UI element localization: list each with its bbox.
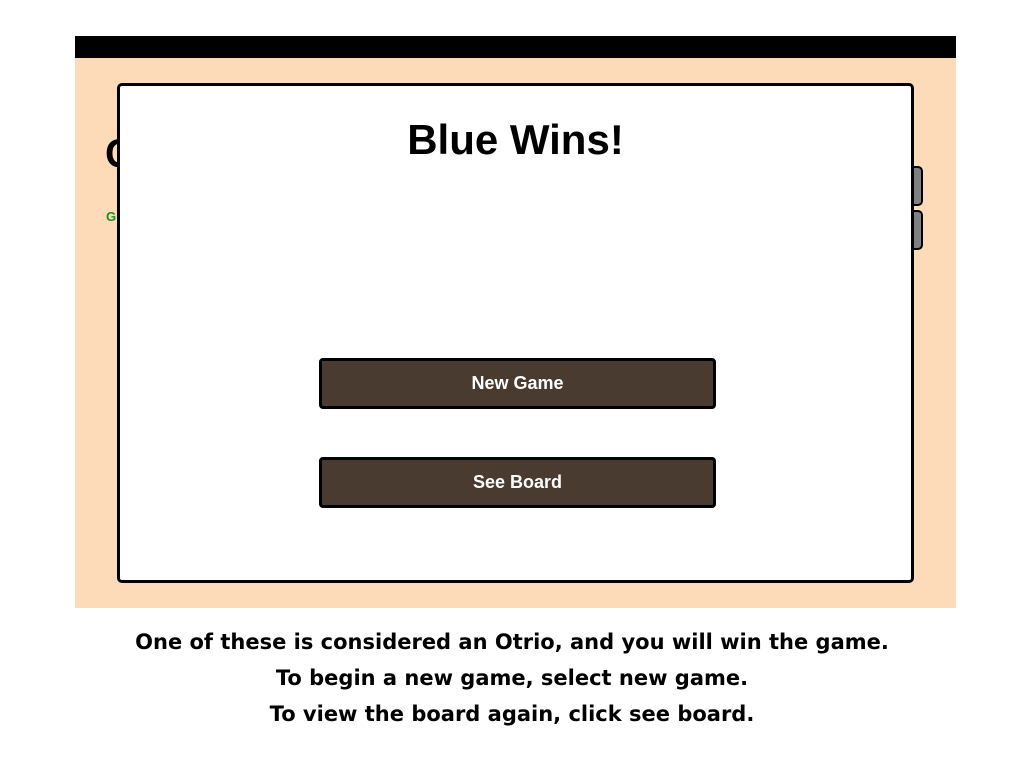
win-title: Blue Wins!: [407, 116, 624, 163]
see-board-button[interactable]: See Board: [319, 457, 716, 508]
instruction-line-2: To begin a new game, select new game.: [275, 666, 749, 690]
win-dialog: Blue Wins! New Game See Board: [117, 83, 914, 583]
new-game-button[interactable]: New Game: [319, 358, 716, 409]
instruction-line-1: One of these is considered an Otrio, and…: [135, 630, 889, 654]
instruction-line-3: To view the board again, click see board…: [269, 702, 755, 726]
instructions: One of these is considered an Otrio, and…: [0, 624, 1024, 732]
top-bar: [75, 36, 956, 58]
game-status-obscured: G: [106, 209, 117, 224]
